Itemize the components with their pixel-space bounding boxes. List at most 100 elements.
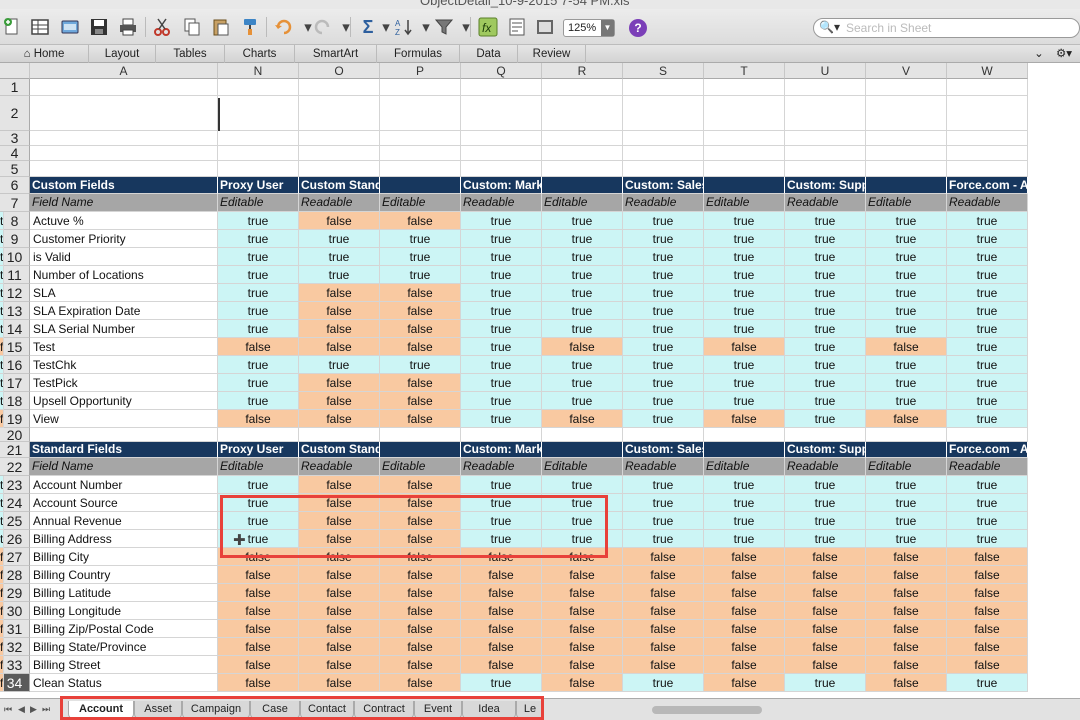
permission-cell[interactable]: false [542, 602, 623, 620]
permission-cell[interactable]: true [542, 212, 623, 230]
next-sheet-icon[interactable]: ▶ [30, 704, 37, 715]
permission-cell[interactable]: true [461, 374, 542, 392]
tab-formulas[interactable]: Formulas [377, 45, 460, 63]
field-name-cell[interactable]: Billing Country [30, 566, 218, 584]
empty-cell[interactable] [380, 79, 461, 96]
permission-cell[interactable]: false [461, 602, 542, 620]
permission-cell[interactable]: true [623, 212, 704, 230]
sheet-tab-case[interactable]: Case [250, 701, 300, 719]
row-header[interactable]: 2 [0, 96, 30, 131]
permission-cell[interactable]: true [218, 512, 299, 530]
empty-cell[interactable] [542, 79, 623, 96]
row-header[interactable]: 11 [0, 266, 30, 284]
permission-cell[interactable]: false [380, 530, 461, 548]
permission-cell[interactable]: true [785, 512, 866, 530]
permission-cell[interactable]: false [866, 602, 947, 620]
permission-cell[interactable]: true [542, 530, 623, 548]
permission-cell[interactable]: true [461, 512, 542, 530]
permission-cell[interactable]: true [461, 302, 542, 320]
field-name-cell[interactable]: SLA Serial Number [30, 320, 218, 338]
undo-icon[interactable] [272, 15, 296, 39]
subheader-cell[interactable]: Field Name [30, 194, 218, 212]
field-name-cell[interactable]: Account Source [30, 494, 218, 512]
empty-cell[interactable] [299, 428, 380, 442]
permission-cell[interactable]: false [542, 548, 623, 566]
permission-cell[interactable]: f [0, 656, 5, 674]
section-header-cell[interactable] [542, 442, 623, 458]
permission-cell[interactable]: false [380, 656, 461, 674]
subheader-cell[interactable]: Editable [704, 194, 785, 212]
permission-cell[interactable]: false [218, 548, 299, 566]
permission-cell[interactable]: false [218, 656, 299, 674]
permission-cell[interactable]: true [866, 476, 947, 494]
permission-cell[interactable]: true [866, 320, 947, 338]
section-header-cell[interactable]: Standard Fields [30, 442, 218, 458]
permission-cell[interactable]: true [461, 248, 542, 266]
empty-cell[interactable] [947, 161, 1028, 177]
subheader-cell[interactable]: Readable [299, 194, 380, 212]
field-name-cell[interactable]: SLA Expiration Date [30, 302, 218, 320]
permission-cell[interactable]: false [299, 602, 380, 620]
empty-cell[interactable] [785, 79, 866, 96]
column-header-a[interactable]: A [30, 63, 218, 79]
print-icon[interactable] [116, 15, 140, 39]
permission-cell[interactable]: true [461, 338, 542, 356]
permission-cell[interactable]: false [299, 566, 380, 584]
permission-cell[interactable]: true [623, 512, 704, 530]
row-header[interactable]: 20 [0, 428, 30, 442]
permission-cell[interactable]: t [0, 302, 5, 320]
permission-cell[interactable]: false [461, 620, 542, 638]
permission-cell[interactable]: true [785, 212, 866, 230]
sheet-tab-le[interactable]: Le [516, 701, 544, 719]
permission-cell[interactable]: true [542, 320, 623, 338]
subheader-cell[interactable]: Editable [866, 458, 947, 476]
permission-cell[interactable]: f [0, 548, 5, 566]
permission-cell[interactable]: t [0, 248, 5, 266]
permission-cell[interactable]: true [542, 266, 623, 284]
prev-sheet-icon[interactable]: ◀ [18, 704, 25, 715]
empty-cell[interactable] [299, 96, 380, 131]
permission-cell[interactable]: false [299, 530, 380, 548]
permission-cell[interactable]: true [785, 494, 866, 512]
permission-cell[interactable]: false [380, 374, 461, 392]
permission-cell[interactable]: true [623, 266, 704, 284]
permission-cell[interactable]: false [623, 602, 704, 620]
row-header[interactable]: 34 [0, 674, 30, 692]
permission-cell[interactable]: false [704, 566, 785, 584]
permission-cell[interactable]: false [299, 512, 380, 530]
horizontal-scrollbar[interactable] [652, 706, 762, 714]
section-header-cell[interactable]: Custom Fields [30, 177, 218, 194]
filter-dropdown-icon[interactable]: ▾ [454, 15, 478, 39]
permission-cell[interactable]: true [218, 284, 299, 302]
row-header[interactable]: 26 [0, 530, 30, 548]
permission-cell[interactable]: false [380, 548, 461, 566]
section-header-cell[interactable] [866, 177, 947, 194]
empty-cell[interactable] [704, 161, 785, 177]
subheader-cell[interactable]: Readable [947, 194, 1028, 212]
sort-icon[interactable]: AZ [392, 15, 416, 39]
row-header[interactable]: 13 [0, 302, 30, 320]
field-name-cell[interactable]: View [30, 410, 218, 428]
empty-cell[interactable] [380, 161, 461, 177]
field-name-cell[interactable]: SLA [30, 284, 218, 302]
permission-cell[interactable]: false [947, 656, 1028, 674]
cut-icon[interactable] [150, 15, 174, 39]
permission-cell[interactable]: true [542, 476, 623, 494]
empty-cell[interactable] [542, 161, 623, 177]
subheader-cell[interactable]: Editable [218, 194, 299, 212]
row-header[interactable]: 7 [0, 194, 30, 212]
empty-cell[interactable] [30, 79, 218, 96]
empty-cell[interactable] [30, 96, 218, 131]
empty-cell[interactable] [704, 131, 785, 146]
permission-cell[interactable]: false [218, 566, 299, 584]
empty-cell[interactable] [299, 131, 380, 146]
field-name-cell[interactable]: is Valid [30, 248, 218, 266]
permission-cell[interactable]: false [380, 512, 461, 530]
permission-cell[interactable]: true [947, 230, 1028, 248]
permission-cell[interactable]: false [542, 656, 623, 674]
permission-cell[interactable]: false [704, 656, 785, 674]
section-header-cell[interactable] [866, 442, 947, 458]
section-header-cell[interactable] [542, 177, 623, 194]
tab-tables[interactable]: Tables [156, 45, 225, 63]
permission-cell[interactable]: false [299, 410, 380, 428]
